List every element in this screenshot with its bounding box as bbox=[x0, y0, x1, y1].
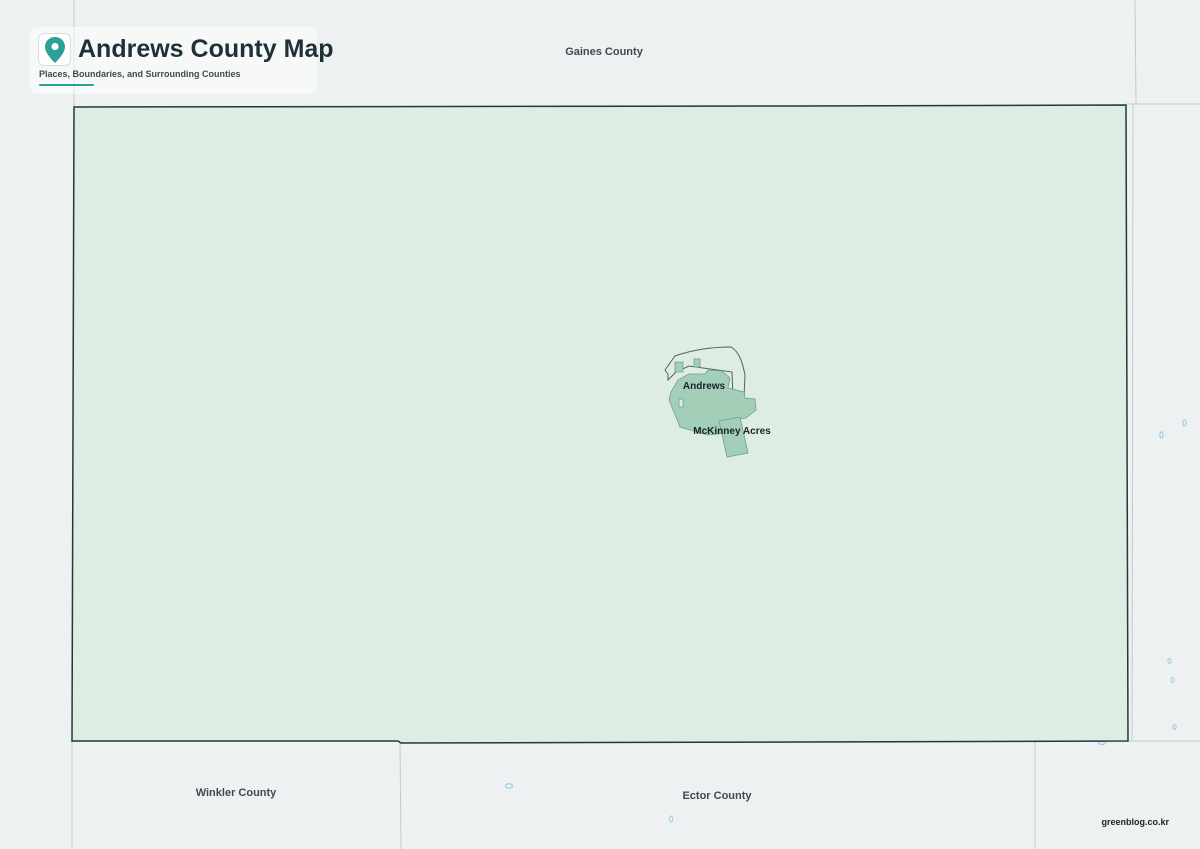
county-map bbox=[71, 0, 1200, 849]
andrews-parcel-1 bbox=[674, 361, 684, 373]
county-label-gaines: Gaines County bbox=[565, 46, 643, 58]
county-label-winkler: Winkler County bbox=[195, 787, 277, 799]
place-label-andrews: Andrews bbox=[682, 381, 726, 392]
title-card: Andrews County Map Places, Boundaries, a… bbox=[30, 27, 334, 94]
place-label-mckinney-acres: McKinney Acres bbox=[693, 426, 771, 437]
andrews-parcel-3 bbox=[678, 398, 684, 408]
andrews-parcel-2 bbox=[693, 358, 701, 368]
page-title: Andrews County Map bbox=[78, 35, 334, 63]
location-pin-icon bbox=[38, 33, 71, 66]
andrews-county-boundary bbox=[71, 104, 1129, 744]
title-underline bbox=[39, 84, 94, 86]
site-credit: greenblog.co.kr bbox=[1101, 817, 1169, 827]
county-label-ector: Ector County bbox=[682, 790, 752, 802]
page-subtitle: Places, Boundaries, and Surrounding Coun… bbox=[39, 69, 241, 79]
